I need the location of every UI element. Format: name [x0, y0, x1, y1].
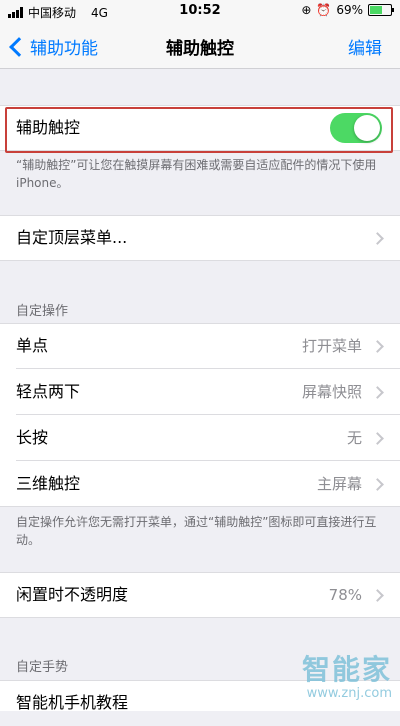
assistive-touch-label: 辅助触控 — [16, 118, 81, 137]
assistive-touch-footnote: “辅助触控”可让您在触摸屏幕有困难或需要自适应配件的情况下使用 iPhone。 — [16, 158, 377, 190]
action-value: 无 — [346, 429, 362, 447]
watermark: 智能家 www.znj.com — [302, 648, 392, 701]
battery-percent: 69% — [336, 3, 363, 17]
custom-actions-footnote: 自定操作允许您无需打开菜单，通过“辅助触控”图标即可直接进行互动。 — [16, 515, 377, 547]
status-bar: 中国移动 4G 10:52 ⊕ ⏰ 69% — [0, 0, 400, 22]
action-row-single-tap[interactable]: 单点 打开菜单 — [0, 323, 400, 369]
gesture-row-label: 智能机手机教程 — [16, 693, 129, 712]
chevron-right-icon — [371, 589, 384, 602]
alarm-icon: ⏰ — [316, 3, 332, 17]
assistive-touch-row: 辅助触控 — [0, 105, 400, 151]
page-title: 辅助触控 — [166, 39, 234, 59]
action-row-double-tap[interactable]: 轻点两下 屏幕快照 — [0, 369, 400, 415]
idle-opacity-row[interactable]: 闲置时不透明度 78% — [0, 572, 400, 618]
status-right: ⊕ ⏰ 69% — [301, 3, 394, 17]
watermark-url: www.znj.com — [306, 686, 392, 701]
action-value: 屏幕快照 — [301, 383, 362, 401]
chevron-right-icon — [371, 340, 384, 353]
edit-button[interactable]: 编辑 — [348, 34, 382, 59]
customize-menu-row[interactable]: 自定顶层菜单... — [0, 215, 400, 261]
idle-opacity-label: 闲置时不透明度 — [16, 585, 129, 604]
idle-opacity-value: 78% — [328, 586, 362, 604]
action-row-long-press[interactable]: 长按 无 — [0, 415, 400, 461]
chevron-right-icon — [371, 432, 384, 445]
custom-gestures-header: 自定手势 — [16, 660, 69, 675]
action-label: 单点 — [16, 336, 49, 355]
chevron-right-icon — [371, 232, 384, 245]
toggle-knob — [354, 115, 380, 141]
action-label: 轻点两下 — [16, 382, 81, 401]
action-label: 三维触控 — [16, 474, 81, 493]
action-row-3d-touch[interactable]: 三维触控 主屏幕 — [0, 461, 400, 507]
battery-icon — [368, 4, 394, 16]
custom-actions-header: 自定操作 — [16, 304, 69, 319]
action-value: 打开菜单 — [301, 337, 362, 355]
customize-menu-label: 自定顶层菜单... — [16, 228, 128, 247]
watermark-logo: 智能家 — [301, 653, 392, 686]
chevron-right-icon — [371, 386, 384, 399]
navigation-bar: 辅助功能 辅助触控 编辑 — [0, 22, 400, 69]
battery-fill — [370, 6, 383, 14]
action-value: 主屏幕 — [316, 475, 362, 493]
assistive-touch-toggle[interactable] — [330, 113, 382, 143]
rotation-lock-icon: ⊕ — [301, 3, 312, 17]
chevron-right-icon — [371, 478, 384, 491]
action-label: 长按 — [16, 428, 49, 447]
